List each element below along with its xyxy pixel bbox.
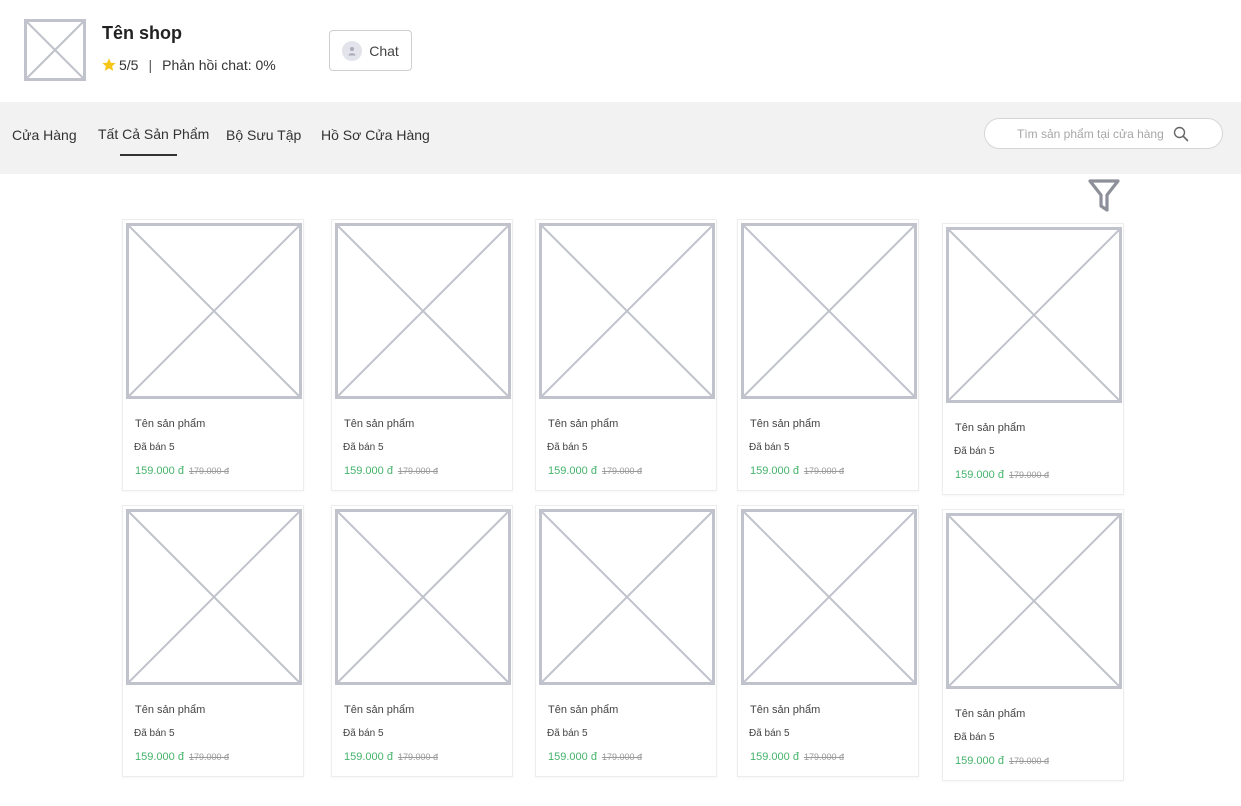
product-sold-count: Đã bán 5 bbox=[547, 442, 588, 453]
product-price: 159.000 đ bbox=[344, 465, 393, 477]
product-price-row: 159.000 đ 179.000 đ bbox=[750, 465, 844, 477]
product-sold-count: Đã bán 5 bbox=[547, 728, 588, 739]
product-price: 159.000 đ bbox=[548, 751, 597, 763]
product-original-price: 179.000 đ bbox=[397, 752, 438, 762]
product-price-row: 159.000 đ 179.000 đ bbox=[344, 465, 438, 477]
product-price-row: 159.000 đ 179.000 đ bbox=[955, 469, 1049, 481]
chat-button-label: Chat bbox=[369, 42, 399, 59]
product-card[interactable]: Tên sản phẩm Đã bán 5 159.000 đ 179.000 … bbox=[942, 509, 1124, 781]
product-card[interactable]: Tên sản phẩm Đã bán 5 159.000 đ 179.000 … bbox=[122, 219, 304, 491]
product-name: Tên sản phẩm bbox=[548, 418, 619, 430]
product-image-placeholder-icon bbox=[335, 509, 511, 685]
product-price: 159.000 đ bbox=[750, 465, 799, 477]
product-sold-count: Đã bán 5 bbox=[954, 446, 995, 457]
product-name: Tên sản phẩm bbox=[135, 704, 206, 716]
product-image-placeholder-icon bbox=[126, 223, 302, 399]
product-price: 159.000 đ bbox=[750, 751, 799, 763]
product-image-placeholder-icon bbox=[741, 509, 917, 685]
product-price-row: 159.000 đ 179.000 đ bbox=[955, 755, 1049, 767]
product-name: Tên sản phẩm bbox=[750, 418, 821, 430]
product-original-price: 179.000 đ bbox=[188, 752, 229, 762]
product-name: Tên sản phẩm bbox=[344, 418, 415, 430]
product-price: 159.000 đ bbox=[135, 465, 184, 477]
product-image-placeholder-icon bbox=[946, 227, 1122, 403]
product-name: Tên sản phẩm bbox=[344, 704, 415, 716]
shop-name: Tên shop bbox=[102, 23, 182, 43]
product-price: 159.000 đ bbox=[135, 751, 184, 763]
product-sold-count: Đã bán 5 bbox=[343, 728, 384, 739]
product-image-placeholder-icon bbox=[539, 509, 715, 685]
shop-logo-placeholder-icon bbox=[24, 19, 86, 81]
product-name: Tên sản phẩm bbox=[955, 708, 1026, 720]
product-sold-count: Đã bán 5 bbox=[343, 442, 384, 453]
filter-icon[interactable] bbox=[1088, 179, 1120, 213]
shop-meta: 5/5 | Phản hồi chat: 0% bbox=[101, 57, 276, 73]
product-sold-count: Đã bán 5 bbox=[134, 728, 175, 739]
user-icon bbox=[342, 40, 363, 61]
chat-response-rate: Phản hồi chat: 0% bbox=[162, 57, 276, 73]
product-price: 159.000 đ bbox=[548, 465, 597, 477]
product-card[interactable]: Tên sản phẩm Đã bán 5 159.000 đ 179.000 … bbox=[737, 505, 919, 777]
product-original-price: 179.000 đ bbox=[601, 466, 642, 476]
product-price: 159.000 đ bbox=[955, 469, 1004, 481]
tab-collections[interactable]: Bộ Sưu Tập bbox=[226, 127, 301, 143]
product-name: Tên sản phẩm bbox=[750, 704, 821, 716]
product-price-row: 159.000 đ 179.000 đ bbox=[548, 465, 642, 477]
search-icon[interactable] bbox=[1173, 126, 1189, 142]
product-sold-count: Đã bán 5 bbox=[749, 442, 790, 453]
product-card[interactable]: Tên sản phẩm Đã bán 5 159.000 đ 179.000 … bbox=[737, 219, 919, 491]
tab-store-profile[interactable]: Hồ Sơ Cửa Hàng bbox=[321, 127, 430, 143]
product-card[interactable]: Tên sản phẩm Đã bán 5 159.000 đ 179.000 … bbox=[331, 505, 513, 777]
product-card[interactable]: Tên sản phẩm Đã bán 5 159.000 đ 179.000 … bbox=[942, 223, 1124, 495]
store-search-box bbox=[984, 118, 1223, 149]
product-original-price: 179.000 đ bbox=[803, 466, 844, 476]
product-original-price: 179.000 đ bbox=[601, 752, 642, 762]
product-price-row: 159.000 đ 179.000 đ bbox=[344, 751, 438, 763]
product-original-price: 179.000 đ bbox=[803, 752, 844, 762]
product-name: Tên sản phẩm bbox=[955, 422, 1026, 434]
product-name: Tên sản phẩm bbox=[548, 704, 619, 716]
shop-rating: 5/5 bbox=[119, 57, 139, 73]
product-price-row: 159.000 đ 179.000 đ bbox=[548, 751, 642, 763]
product-image-placeholder-icon bbox=[741, 223, 917, 399]
product-name: Tên sản phẩm bbox=[135, 418, 206, 430]
product-price: 159.000 đ bbox=[344, 751, 393, 763]
product-image-placeholder-icon bbox=[126, 509, 302, 685]
product-image-placeholder-icon bbox=[946, 513, 1122, 689]
product-image-placeholder-icon bbox=[335, 223, 511, 399]
product-card[interactable]: Tên sản phẩm Đã bán 5 159.000 đ 179.000 … bbox=[331, 219, 513, 491]
shop-header: Tên shop 5/5 | Phản hồi chat: 0% Chat bbox=[0, 0, 1241, 102]
product-card[interactable]: Tên sản phẩm Đã bán 5 159.000 đ 179.000 … bbox=[122, 505, 304, 777]
meta-separator: | bbox=[148, 57, 153, 73]
product-price-row: 159.000 đ 179.000 đ bbox=[135, 465, 229, 477]
product-sold-count: Đã bán 5 bbox=[954, 732, 995, 743]
product-sold-count: Đã bán 5 bbox=[134, 442, 175, 453]
tab-all-products[interactable]: Tất Cả Sản Phẩm bbox=[98, 126, 209, 142]
product-original-price: 179.000 đ bbox=[1008, 756, 1049, 766]
active-tab-indicator bbox=[120, 154, 177, 156]
product-card[interactable]: Tên sản phẩm Đã bán 5 159.000 đ 179.000 … bbox=[535, 219, 717, 491]
product-sold-count: Đã bán 5 bbox=[749, 728, 790, 739]
store-search-input[interactable] bbox=[1017, 124, 1177, 144]
product-image-placeholder-icon bbox=[539, 223, 715, 399]
star-icon bbox=[102, 58, 116, 71]
tab-store-home[interactable]: Cửa Hàng bbox=[12, 127, 77, 143]
product-price: 159.000 đ bbox=[955, 755, 1004, 767]
product-price-row: 159.000 đ 179.000 đ bbox=[135, 751, 229, 763]
product-card[interactable]: Tên sản phẩm Đã bán 5 159.000 đ 179.000 … bbox=[535, 505, 717, 777]
product-price-row: 159.000 đ 179.000 đ bbox=[750, 751, 844, 763]
chat-button[interactable]: Chat bbox=[329, 30, 412, 71]
product-original-price: 179.000 đ bbox=[397, 466, 438, 476]
product-original-price: 179.000 đ bbox=[1008, 470, 1049, 480]
product-original-price: 179.000 đ bbox=[188, 466, 229, 476]
